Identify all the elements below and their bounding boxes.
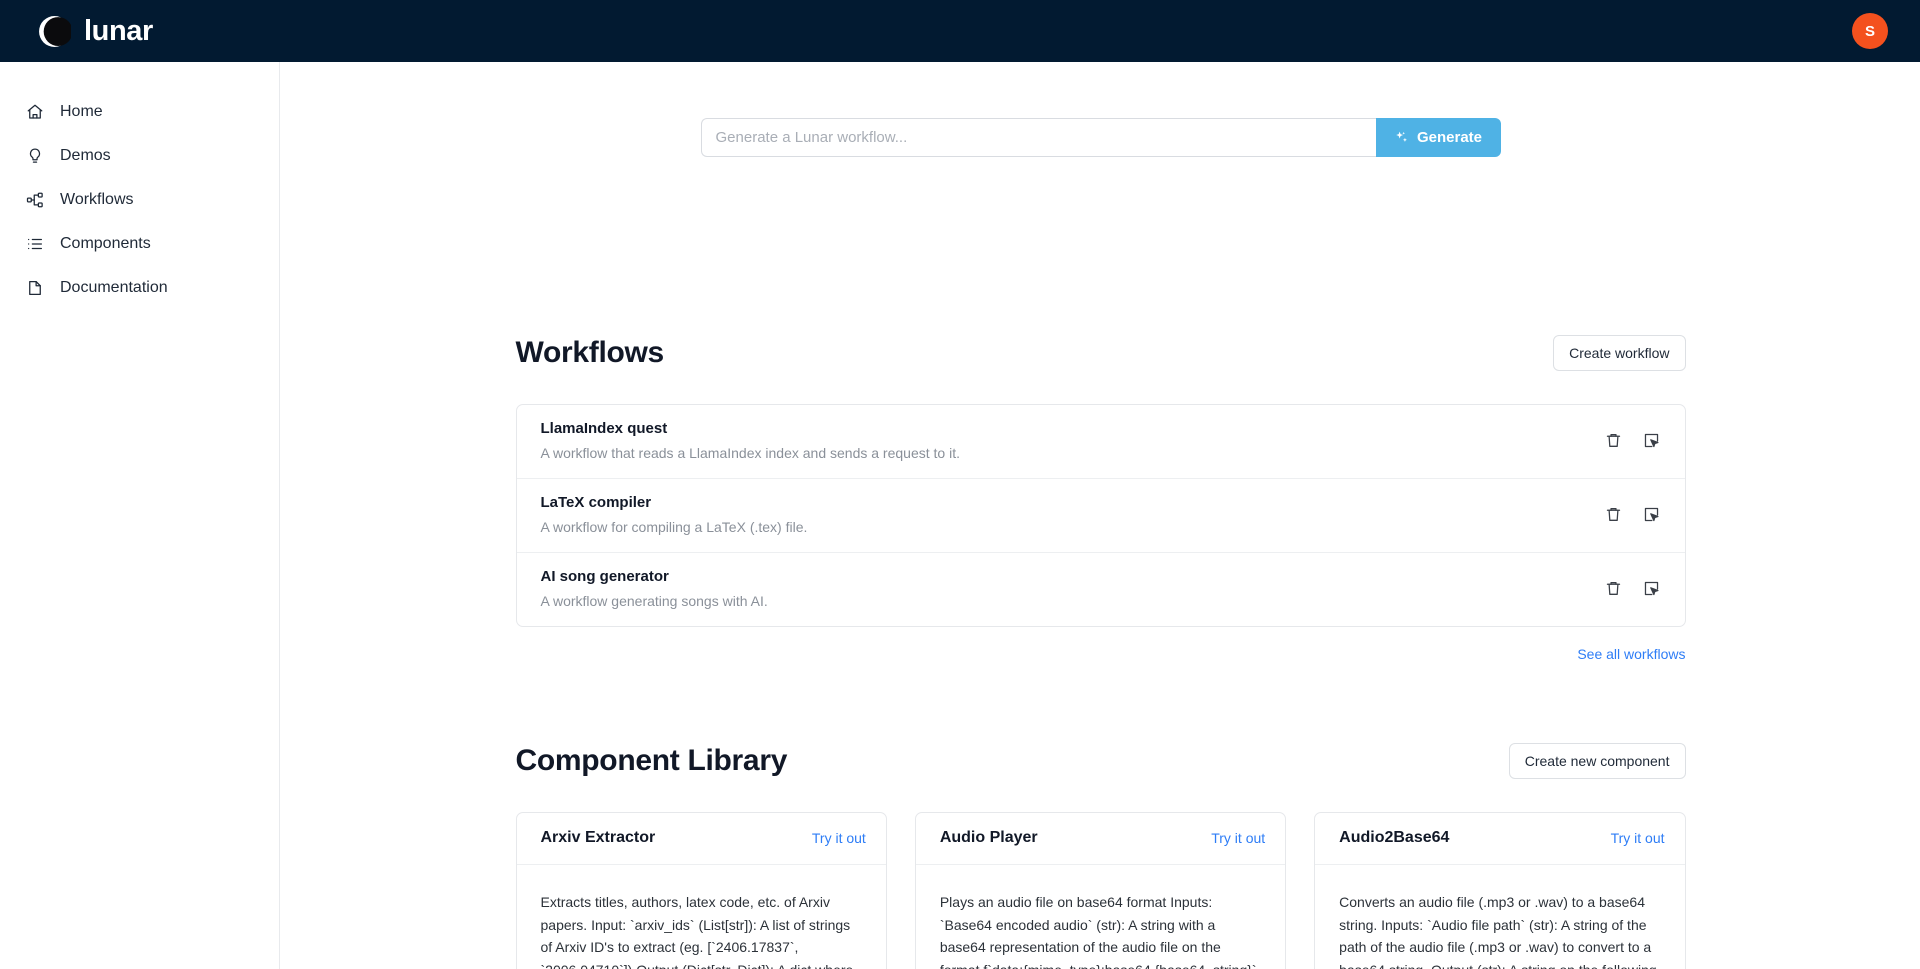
sidebar-item-label: Demos (60, 147, 111, 164)
component-library-section: Component Library Create new component A… (515, 743, 1686, 969)
sidebar-item-documentation[interactable]: Documentation (0, 266, 279, 310)
workflow-name: LlamaIndex quest (540, 420, 668, 437)
component-card[interactable]: Audio Player Try it out Plays an audio f… (914, 812, 1287, 969)
sidebar-item-label: Documentation (60, 279, 168, 296)
workflow-row-actions (1603, 430, 1663, 452)
sidebar-item-label: Home (60, 103, 103, 120)
table-row[interactable]: LaTeX compiler A workflow for compiling … (516, 479, 1685, 553)
brand-name: lunar (84, 14, 153, 47)
trash-icon[interactable] (1603, 504, 1625, 526)
workflow-description: A workflow that reads a LlamaIndex index… (540, 445, 960, 461)
see-all-workflows-link[interactable]: See all workflows (1577, 646, 1685, 662)
sparkles-icon (1394, 130, 1409, 145)
workflow-row-actions (1603, 504, 1663, 526)
component-library-title: Component Library (515, 744, 788, 777)
workflow-info: AI song generator A workflow generating … (541, 568, 768, 609)
home-icon (26, 103, 44, 121)
component-card-title: Arxiv Extractor (540, 829, 656, 846)
brand-logo[interactable]: lunar (38, 15, 153, 48)
open-pointer-icon[interactable] (1641, 578, 1663, 600)
workflow-description: A workflow generating songs with AI. (540, 593, 768, 609)
component-card-header: Arxiv Extractor Try it out (516, 813, 886, 865)
component-card-description: Plays an audio file on base64 format Inp… (939, 894, 1257, 969)
component-card[interactable]: Arxiv Extractor Try it out Extracts titl… (515, 812, 887, 969)
workflows-title: Workflows (515, 336, 665, 369)
try-it-out-link[interactable]: Try it out (1611, 830, 1665, 846)
generate-button-label: Generate (1416, 129, 1483, 146)
component-card-title: Audio Player (939, 829, 1038, 846)
component-card-title: Audio2Base64 (1339, 829, 1450, 846)
workflow-name: AI song generator (540, 568, 669, 585)
see-all-workflows-row: See all workflows (516, 646, 1685, 662)
component-card-description: Extracts titles, authors, latex code, et… (540, 894, 854, 969)
component-card[interactable]: Audio2Base64 Try it out Converts an audi… (1314, 812, 1686, 969)
sidebar-item-demos[interactable]: Demos (0, 134, 279, 178)
document-icon (26, 279, 44, 297)
create-workflow-button[interactable]: Create workflow (1553, 335, 1686, 371)
workflow-info: LaTeX compiler A workflow for compiling … (541, 494, 808, 535)
generate-bar: Generate (281, 62, 1920, 157)
generate-button[interactable]: Generate (1375, 118, 1501, 157)
crescent-moon-icon (38, 15, 71, 48)
list-icon (26, 235, 44, 253)
workflow-name: LaTeX compiler (540, 494, 652, 511)
sidebar-item-home[interactable]: Home (0, 90, 279, 134)
component-library-header: Component Library Create new component (516, 743, 1686, 779)
sidebar-item-label: Components (60, 235, 151, 252)
workflows-section: Workflows Create workflow LlamaIndex que… (515, 335, 1686, 662)
try-it-out-link[interactable]: Try it out (812, 830, 866, 846)
trash-icon[interactable] (1603, 430, 1625, 452)
open-pointer-icon[interactable] (1641, 430, 1663, 452)
workflow-row-actions (1603, 578, 1663, 600)
component-card-description: Converts an audio file (.mp3 or .wav) to… (1339, 894, 1657, 969)
trash-icon[interactable] (1603, 578, 1625, 600)
workflow-description: A workflow for compiling a LaTeX (.tex) … (540, 519, 808, 535)
sidebar-item-label: Workflows (60, 191, 134, 208)
avatar[interactable]: S (1852, 13, 1888, 49)
component-card-grid: Arxiv Extractor Try it out Extracts titl… (515, 812, 1686, 969)
try-it-out-link[interactable]: Try it out (1211, 830, 1265, 846)
top-navigation-bar: lunar S (0, 0, 1920, 62)
lightbulb-icon (26, 147, 44, 165)
sidebar-item-workflows[interactable]: Workflows (0, 178, 279, 222)
workflows-header: Workflows Create workflow (516, 335, 1686, 371)
open-pointer-icon[interactable] (1641, 504, 1663, 526)
component-card-header: Audio Player Try it out (915, 813, 1286, 865)
workflow-nodes-icon (26, 191, 44, 209)
sidebar-item-components[interactable]: Components (0, 222, 279, 266)
generate-workflow-input[interactable] (700, 118, 1376, 157)
sidebar: Home Demos Workflows Components Document… (0, 62, 280, 969)
create-new-component-button[interactable]: Create new component (1508, 743, 1686, 779)
component-card-header: Audio2Base64 Try it out (1315, 813, 1685, 865)
main-content: Generate Workflows Create workflow Llama… (281, 62, 1920, 969)
workflow-info: LlamaIndex quest A workflow that reads a… (541, 420, 960, 461)
table-row[interactable]: AI song generator A workflow generating … (517, 553, 1685, 626)
workflows-list: LlamaIndex quest A workflow that reads a… (515, 404, 1686, 627)
table-row[interactable]: LlamaIndex quest A workflow that reads a… (516, 405, 1685, 479)
